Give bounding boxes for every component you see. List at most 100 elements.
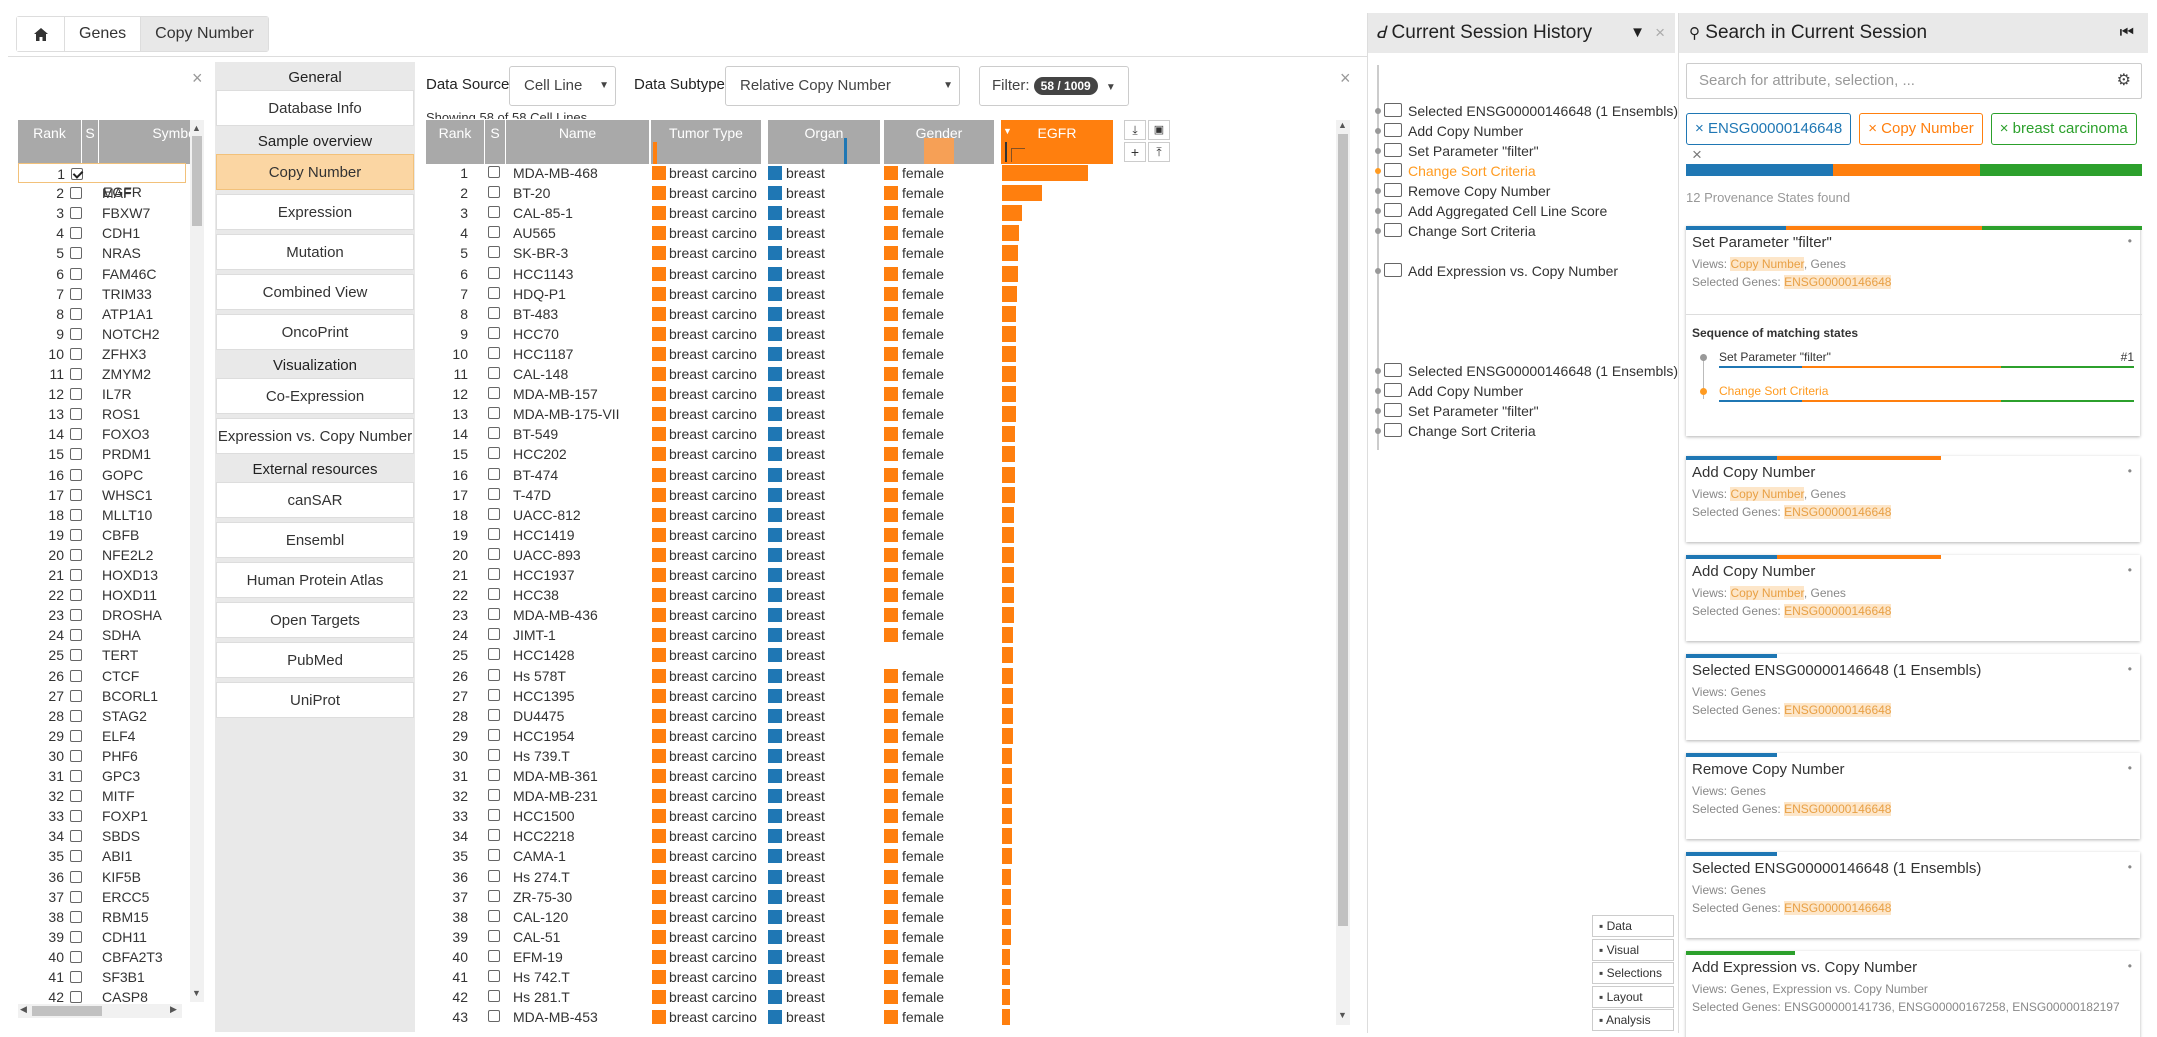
col-rank[interactable]: Rank — [426, 120, 484, 164]
table-row[interactable]: 13 ROS1 — [18, 404, 186, 424]
row-checkbox[interactable] — [70, 810, 82, 823]
table-row[interactable]: 24 SDHA — [18, 625, 186, 645]
table-row[interactable]: 9 NOTCH2 — [18, 324, 186, 344]
result-card[interactable]: Selected ENSG00000146648 (1 Ensembls) • Vi… — [1686, 852, 2140, 938]
table-row[interactable]: 27 BCORL1 — [18, 686, 186, 706]
row-checkbox[interactable] — [488, 206, 500, 219]
table-row[interactable]: 7 HDQ-P1 breast carcino breast female — [426, 284, 1116, 304]
row-checkbox[interactable] — [71, 168, 83, 180]
table-row[interactable]: 4 AU565 breast carcino breast female — [426, 223, 1116, 243]
row-checkbox[interactable] — [70, 548, 82, 561]
history-item[interactable]: Change Sort Criteria — [1372, 161, 1672, 181]
row-checkbox[interactable] — [488, 648, 500, 661]
nav-item-open-targets[interactable]: Open Targets — [216, 602, 414, 638]
row-checkbox[interactable] — [488, 186, 500, 199]
row-checkbox[interactable] — [488, 306, 500, 319]
nav-item-expression[interactable]: Expression — [216, 194, 414, 230]
table-row[interactable]: 27 HCC1395 breast carcino breast female — [426, 686, 1116, 706]
col-symbol[interactable]: Symbol — [99, 120, 203, 164]
table-row[interactable]: 30 Hs 739.T breast carcino breast female — [426, 746, 1116, 766]
nav-item-copy-number[interactable]: Copy Number — [216, 154, 414, 190]
more-icon[interactable]: • — [2128, 563, 2132, 577]
row-checkbox[interactable] — [488, 346, 500, 359]
col-egfr[interactable]: EGFR ▼ — [1001, 120, 1113, 164]
remove-tag-icon[interactable]: × — [2000, 120, 2013, 137]
sequence-item[interactable]: Change Sort Criteria — [1719, 384, 1828, 398]
row-checkbox[interactable] — [488, 367, 500, 379]
table-row[interactable]: 31 MDA-MB-361 breast carcino breast female — [426, 766, 1116, 786]
scrollbar[interactable] — [190, 120, 204, 1002]
row-checkbox[interactable] — [488, 949, 500, 962]
row-checkbox[interactable] — [70, 689, 82, 702]
row-checkbox[interactable] — [488, 286, 500, 299]
search-tag[interactable]: × ENSG00000146648 — [1686, 113, 1852, 145]
row-checkbox[interactable] — [488, 769, 500, 781]
search-input[interactable]: Search for attribute, selection, ... ⚙ — [1686, 63, 2142, 99]
row-checkbox[interactable] — [488, 487, 500, 500]
table-row[interactable]: 30 PHF6 — [18, 746, 186, 766]
row-checkbox[interactable] — [70, 428, 82, 441]
save-icon[interactable]: ▣ — [1148, 120, 1170, 140]
sort-desc-icon[interactable]: ▼ — [1003, 122, 1012, 140]
table-row[interactable]: 16 GOPC — [18, 465, 186, 485]
side-button-analysis[interactable]: ▪ Analysis — [1592, 1009, 1674, 1031]
table-row[interactable]: 8 BT-483 breast carcino breast female — [426, 304, 1116, 324]
sequence-item[interactable]: Set Parameter "filter" — [1719, 350, 1831, 364]
table-row[interactable]: 34 SBDS — [18, 826, 186, 846]
row-checkbox[interactable] — [70, 729, 82, 742]
nav-item-pubmed[interactable]: PubMed — [216, 642, 414, 678]
table-row[interactable]: 32 MITF — [18, 786, 186, 806]
nav-item-human-protein-atlas[interactable]: Human Protein Atlas — [216, 562, 414, 598]
row-checkbox[interactable] — [488, 829, 500, 842]
col-select[interactable]: S — [82, 120, 98, 164]
clear-tags-icon[interactable]: × — [1692, 145, 1702, 164]
side-button-data[interactable]: ▪ Data — [1592, 915, 1674, 937]
row-checkbox[interactable] — [70, 850, 82, 863]
table-row[interactable]: 41 SF3B1 — [18, 967, 186, 987]
history-item[interactable]: Remove Copy Number — [1372, 181, 1672, 201]
table-row[interactable]: 22 HOXD11 — [18, 585, 186, 605]
download-icon[interactable]: ⤓ — [1124, 120, 1146, 140]
more-icon[interactable]: • — [2128, 860, 2132, 874]
row-checkbox[interactable] — [70, 227, 82, 240]
row-checkbox[interactable] — [70, 870, 82, 883]
scrollbar-thumb[interactable] — [1338, 134, 1348, 926]
scroll-left-icon[interactable]: ◀ — [20, 1004, 27, 1015]
row-checkbox[interactable] — [488, 588, 500, 601]
row-checkbox[interactable] — [70, 488, 82, 501]
table-row[interactable]: 3 FBXW7 — [18, 203, 186, 223]
table-row[interactable]: 16 BT-474 breast carcino breast female — [426, 465, 1116, 485]
table-row[interactable]: 35 CAMA-1 breast carcino breast female — [426, 846, 1116, 866]
remove-tag-icon[interactable]: × — [1868, 120, 1881, 137]
table-row[interactable]: 23 DROSHA — [18, 605, 186, 625]
table-row[interactable]: 38 CAL-120 breast carcino breast female — [426, 907, 1116, 927]
table-row[interactable]: 26 CTCF — [18, 666, 186, 686]
table-row[interactable]: 6 FAM46C — [18, 264, 186, 284]
table-row[interactable]: 21 HCC1937 breast carcino breast female — [426, 565, 1116, 585]
row-checkbox[interactable] — [488, 909, 500, 922]
row-checkbox[interactable] — [70, 247, 82, 260]
table-row[interactable]: 31 GPC3 — [18, 766, 186, 786]
side-button-selections[interactable]: ▪ Selections — [1592, 962, 1674, 984]
table-row[interactable]: 10 ZFHX3 — [18, 344, 186, 364]
table-row[interactable]: 20 NFE2L2 — [18, 545, 186, 565]
nav-item-oncoprint[interactable]: OncoPrint — [216, 314, 414, 350]
table-row[interactable]: 17 WHSC1 — [18, 485, 186, 505]
row-checkbox[interactable] — [488, 467, 500, 480]
row-checkbox[interactable] — [70, 649, 82, 662]
table-row[interactable]: 25 TERT — [18, 645, 186, 665]
result-card[interactable]: Add Copy Number • Views: Copy Number, Gene… — [1686, 555, 2140, 641]
table-row[interactable]: 20 UACC-893 breast carcino breast female — [426, 545, 1116, 565]
row-checkbox[interactable] — [488, 628, 500, 641]
row-checkbox[interactable] — [70, 629, 82, 642]
table-row[interactable]: 11 CAL-148 breast carcino breast female — [426, 364, 1116, 384]
row-checkbox[interactable] — [70, 569, 82, 581]
row-checkbox[interactable] — [70, 971, 82, 983]
row-checkbox[interactable] — [70, 287, 82, 300]
table-row[interactable]: 18 UACC-812 breast carcino breast female — [426, 505, 1116, 525]
table-row[interactable]: 37 ERCC5 — [18, 887, 186, 907]
table-row[interactable]: 18 MLLT10 — [18, 505, 186, 525]
table-row[interactable]: 33 FOXP1 — [18, 806, 186, 826]
history-item[interactable]: Set Parameter "filter" — [1372, 401, 1672, 421]
scrollbar-thumb[interactable] — [32, 1006, 102, 1016]
